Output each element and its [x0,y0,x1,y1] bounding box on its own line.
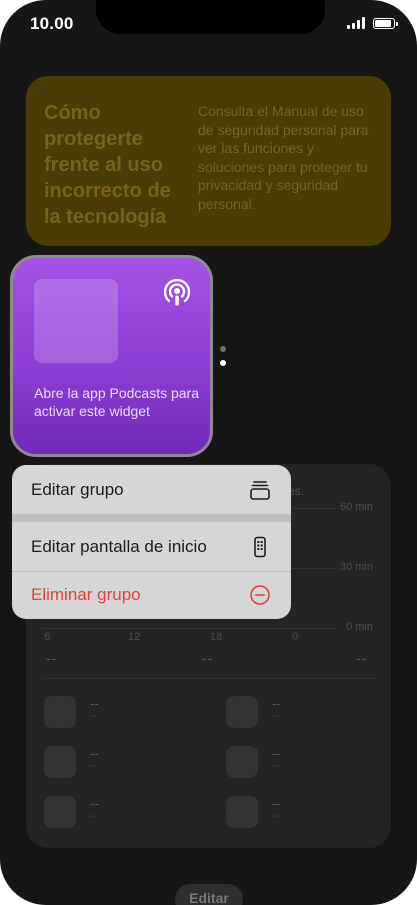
safety-widget-title: Cómo protegerte frente al uso incorrecto… [44,102,171,228]
app-time: -- [90,710,98,722]
page-indicator [220,346,226,374]
app-time: -- [90,810,98,822]
phone-icon [254,536,266,558]
stack-icon [250,481,270,500]
menu-separator [12,514,291,522]
app-name: -- [272,696,281,711]
hour-label: 6 [44,631,51,643]
edit-home-screen-menu-item[interactable]: Editar pantalla de inicio [12,524,291,570]
total-value: -- [202,650,214,666]
page-dot-active [220,360,226,366]
app-usage-row: -- -- [44,796,204,830]
menu-item-label: Editar pantalla de inicio [31,537,207,556]
status-icons [347,17,398,29]
delete-group-menu-item[interactable]: Eliminar grupo [12,572,291,618]
home-screen: 10.00 Cómo protegerte frente al uso inco… [0,0,417,905]
app-time: -- [272,810,280,822]
app-name: -- [272,746,281,761]
total-value: -- [46,650,58,666]
axis-label: 60 min [339,501,373,513]
app-icon [44,746,76,778]
app-usage-row: -- -- [44,696,204,730]
app-icon [44,796,76,828]
app-icon [226,696,258,728]
axis-label: 0 min [346,621,373,633]
app-usage-row: -- -- [226,696,386,730]
app-usage-row: -- -- [44,746,204,780]
app-usage-row: -- -- [226,796,386,830]
app-time: -- [272,710,280,722]
podcasts-widget-message: Abre la app Podcasts para activar este w… [34,385,199,419]
podcasts-icon [163,278,191,306]
hour-label: 18 [210,631,223,643]
app-usage-row: -- -- [226,746,386,780]
app-name: -- [272,796,281,811]
edit-group-menu-item[interactable]: Editar grupo [12,467,291,513]
podcast-artwork-placeholder [34,279,118,363]
app-time: -- [90,760,98,772]
app-icon [44,696,76,728]
notch [96,0,325,34]
app-icon [226,746,258,778]
hour-label: 12 [128,631,141,643]
divider [42,678,375,679]
axis-label: 30 min [339,561,373,573]
app-time: -- [272,760,280,772]
signal-icon [347,17,365,29]
safety-widget-description: Consulta el Manual de uso de seguridad p… [198,103,369,212]
menu-item-label: Eliminar grupo [31,585,141,604]
menu-item-label: Editar grupo [31,480,124,499]
context-menu: Editar grupo Editar pantalla de inicio E [12,465,291,619]
podcasts-widget[interactable]: Abre la app Podcasts para activar este w… [10,255,213,457]
app-icon [226,796,258,828]
hour-label: 0 [292,631,299,643]
grid-line [42,628,335,629]
page-dot [220,346,226,352]
app-name: -- [90,746,99,761]
safety-guide-widget: Cómo protegerte frente al uso incorrecto… [26,76,391,246]
status-time: 10.00 [30,14,74,33]
minus-circle-icon [250,585,270,605]
app-name: -- [90,696,99,711]
total-value: -- [356,650,368,666]
edit-button[interactable]: Editar [175,884,243,905]
battery-icon [373,17,398,29]
app-name: -- [90,796,99,811]
